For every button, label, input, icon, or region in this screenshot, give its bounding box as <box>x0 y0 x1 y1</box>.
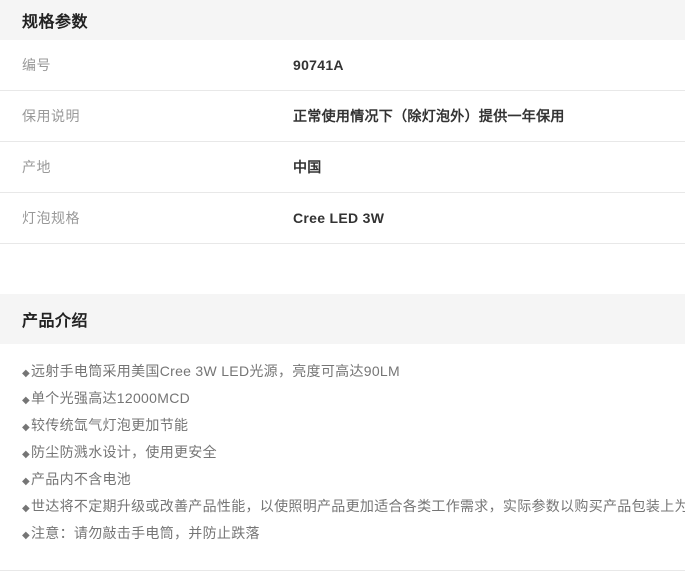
spec-section: 规格参数 编号 90741A 保用说明 正常使用情况下（除灯泡外）提供一年保用 … <box>0 0 685 244</box>
table-row: 灯泡规格 Cree LED 3W <box>0 193 685 244</box>
diamond-bullet-icon: ◆ <box>22 503 30 514</box>
spec-row-label: 灯泡规格 <box>22 208 293 228</box>
bullet-text: 世达将不定期升级或改善产品性能，以使照明产品更加适合各类工作需求，实际参数以购买… <box>31 498 685 514</box>
diamond-bullet-icon: ◆ <box>22 449 30 460</box>
intro-section: 产品介绍 ◆远射手电筒采用美国Cree 3W LED光源，亮度可高达90LM ◆… <box>0 294 685 571</box>
table-row: 编号 90741A <box>0 40 685 91</box>
intro-bullet-list: ◆远射手电筒采用美国Cree 3W LED光源，亮度可高达90LM ◆单个光强高… <box>0 344 685 548</box>
product-detail-page: 规格参数 编号 90741A 保用说明 正常使用情况下（除灯泡外）提供一年保用 … <box>0 0 685 576</box>
table-row: 保用说明 正常使用情况下（除灯泡外）提供一年保用 <box>0 91 685 142</box>
list-item: ◆防尘防溅水设计，使用更安全 <box>22 440 675 467</box>
spec-row-label: 产地 <box>22 157 293 177</box>
spec-row-label: 编号 <box>22 55 293 75</box>
intro-section-title: 产品介绍 <box>22 307 88 331</box>
list-item: ◆产品内不含电池 <box>22 467 675 494</box>
bullet-text: 远射手电筒采用美国Cree 3W LED光源，亮度可高达90LM <box>31 363 400 379</box>
spec-section-title: 规格参数 <box>22 8 88 32</box>
list-item: ◆注意：请勿敲击手电筒，并防止跌落 <box>22 521 675 548</box>
spec-row-value: 中国 <box>293 157 322 177</box>
diamond-bullet-icon: ◆ <box>22 368 30 379</box>
spec-table: 编号 90741A 保用说明 正常使用情况下（除灯泡外）提供一年保用 产地 中国… <box>0 40 685 244</box>
bullet-text: 产品内不含电池 <box>31 471 131 487</box>
spec-section-header: 规格参数 <box>0 0 685 40</box>
bullet-text: 较传统氙气灯泡更加节能 <box>31 417 188 433</box>
bullet-text: 防尘防溅水设计，使用更安全 <box>31 444 217 460</box>
diamond-bullet-icon: ◆ <box>22 395 30 406</box>
spec-row-label: 保用说明 <box>22 106 293 126</box>
list-item: ◆较传统氙气灯泡更加节能 <box>22 413 675 440</box>
bottom-divider <box>0 570 685 571</box>
bullet-text: 注意：请勿敲击手电筒，并防止跌落 <box>31 525 260 541</box>
spec-row-value: 90741A <box>293 57 344 73</box>
spec-row-value: 正常使用情况下（除灯泡外）提供一年保用 <box>293 106 565 126</box>
diamond-bullet-icon: ◆ <box>22 530 30 541</box>
table-row: 产地 中国 <box>0 142 685 193</box>
diamond-bullet-icon: ◆ <box>22 476 30 487</box>
list-item: ◆远射手电筒采用美国Cree 3W LED光源，亮度可高达90LM <box>22 359 675 386</box>
intro-section-header: 产品介绍 <box>0 294 685 344</box>
list-item: ◆世达将不定期升级或改善产品性能，以使照明产品更加适合各类工作需求，实际参数以购… <box>22 494 675 521</box>
spec-row-value: Cree LED 3W <box>293 210 384 226</box>
diamond-bullet-icon: ◆ <box>22 422 30 433</box>
bullet-text: 单个光强高达12000MCD <box>31 390 190 406</box>
list-item: ◆单个光强高达12000MCD <box>22 386 675 413</box>
